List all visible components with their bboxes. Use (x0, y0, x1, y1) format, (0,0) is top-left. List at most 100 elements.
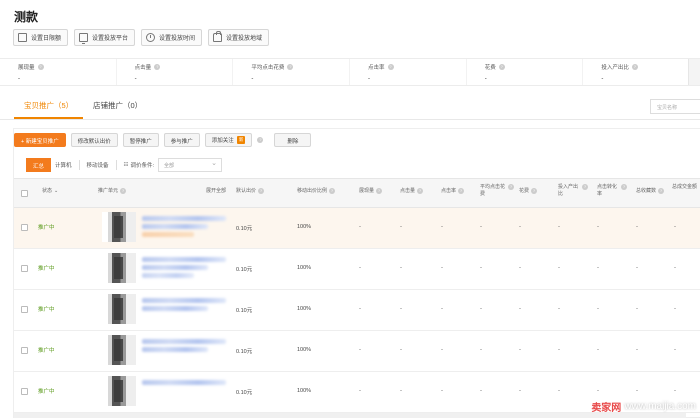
status-text[interactable]: 推广中 (38, 346, 55, 354)
metrics-scroll-handle[interactable] (688, 59, 700, 85)
status-text[interactable]: 推广中 (38, 387, 55, 395)
mobile-ratio[interactable]: 100% (297, 224, 311, 230)
roi: - (558, 265, 560, 271)
help-icon[interactable]: ? (37, 64, 44, 70)
tab-item-promotion[interactable]: 宝贝推广（5） (13, 100, 84, 119)
set-daily-budget-button[interactable]: 设置日限额 (13, 29, 69, 46)
item-thumbnail[interactable] (102, 294, 136, 324)
roi: - (558, 224, 560, 230)
default-bid[interactable]: 0.10元 (236, 265, 252, 273)
help-icon[interactable]: ? (498, 64, 505, 70)
table-row[interactable]: 推广中 0.10元 100% - - - - - - - - - (14, 208, 700, 249)
horizontal-scrollbar[interactable] (14, 413, 686, 418)
item-title-redacted[interactable] (142, 216, 226, 221)
set-platform-button[interactable]: 设置投放平台 (74, 29, 136, 46)
item-title-redacted[interactable] (142, 257, 226, 262)
col-expand-all[interactable]: 展开全部 (206, 188, 226, 195)
help-icon[interactable]: ? (287, 64, 294, 70)
help-icon[interactable]: ? (621, 184, 627, 190)
status-text[interactable]: 推广中 (38, 305, 55, 313)
roi: - (558, 347, 560, 353)
col-conv-rate[interactable]: 点击转化率? (597, 184, 627, 198)
help-icon[interactable]: ? (329, 188, 336, 194)
item-title-redacted[interactable] (142, 380, 226, 385)
col-total-deal[interactable]: 总成交金额 (672, 184, 700, 191)
mobile-ratio[interactable]: 100% (297, 306, 311, 312)
row-checkbox[interactable] (21, 224, 28, 231)
filter-pc[interactable]: 计算机 (55, 161, 72, 169)
col-impressions[interactable]: 展现量? (359, 188, 383, 195)
table-row[interactable]: 推广中 0.10元 100% - - - - - - - - - (14, 331, 700, 372)
col-avg-cpc[interactable]: 平均点击花费? (480, 184, 514, 198)
metric-label: 点击率 (368, 65, 385, 71)
row-checkbox[interactable] (21, 347, 28, 354)
help-icon[interactable]: ? (458, 188, 465, 194)
modify-bid-button[interactable]: 修改默认出价 (70, 133, 118, 147)
help-icon[interactable]: ? (508, 184, 514, 190)
item-thumbnail[interactable] (102, 212, 136, 242)
total-deal: - (674, 388, 676, 394)
help-icon[interactable]: ? (387, 64, 394, 70)
ctr: - (441, 388, 443, 394)
search-input[interactable]: 宝贝名称 (650, 99, 700, 114)
default-bid[interactable]: 0.10元 (236, 306, 252, 314)
avg-cpc: - (480, 265, 482, 271)
metric-label: 点击量 (134, 65, 152, 71)
item-title-redacted[interactable] (142, 339, 226, 344)
help-icon[interactable]: ? (582, 184, 588, 190)
status-text[interactable]: 推广中 (38, 264, 55, 272)
delete-button[interactable]: 删除 (274, 133, 312, 147)
new-promotion-button[interactable]: + 新建宝贝推广 (14, 133, 66, 147)
help-icon[interactable]: ? (154, 64, 161, 70)
help-icon[interactable]: ? (120, 188, 127, 194)
ctr: - (441, 306, 443, 312)
pause-button[interactable]: 暂停推广 (122, 133, 159, 147)
item-thumbnail[interactable] (102, 253, 136, 283)
set-time-button[interactable]: 设置投放时间 (141, 29, 203, 46)
col-status[interactable]: 状态 ⌄ (42, 188, 58, 195)
col-ctr[interactable]: 点击率? (441, 188, 465, 195)
item-thumbnail[interactable] (102, 376, 136, 406)
help-icon[interactable]: ? (417, 188, 424, 194)
add-attention-button[interactable]: 添加关注 新 (204, 133, 253, 147)
total-deal: - (674, 224, 676, 230)
default-bid[interactable]: 0.10元 (236, 388, 252, 396)
default-bid[interactable]: 0.10元 (236, 224, 252, 232)
tab-shop-promotion[interactable]: 店铺推广（0） (93, 100, 142, 111)
resume-button[interactable]: 参与推广 (163, 133, 200, 147)
chevron-down-icon: ⌄ (54, 188, 59, 194)
row-checkbox[interactable] (21, 265, 28, 272)
tab-bar: 宝贝推广（5） 店铺推广（0） 宝贝名称 (0, 96, 700, 120)
help-icon[interactable]: ? (658, 188, 665, 194)
item-thumbnail[interactable] (102, 335, 136, 365)
row-checkbox[interactable] (21, 306, 28, 313)
default-bid[interactable]: 0.10元 (236, 347, 252, 355)
item-title-redacted[interactable] (142, 298, 226, 303)
row-checkbox[interactable] (21, 388, 28, 395)
mobile-ratio[interactable]: 100% (297, 265, 311, 271)
fav: - (636, 388, 638, 394)
help-icon[interactable]: ? (631, 64, 638, 70)
table-row[interactable]: 推广中 0.10元 100% - - - - - - - - - (14, 249, 700, 290)
col-cost[interactable]: 花费? (519, 188, 538, 195)
help-icon[interactable]: ? (531, 188, 538, 194)
help-icon[interactable]: ? (257, 137, 264, 143)
mobile-ratio[interactable]: 100% (297, 347, 311, 353)
conv-rate: - (597, 265, 599, 271)
help-icon[interactable]: ? (376, 188, 383, 194)
condition-select[interactable]: 全部 (158, 158, 223, 172)
status-text[interactable]: 推广中 (38, 223, 55, 231)
select-all-checkbox[interactable] (21, 190, 28, 197)
cost: - (519, 306, 521, 312)
filter-summary[interactable]: 汇总 (26, 158, 52, 172)
mobile-ratio[interactable]: 100% (297, 388, 311, 394)
help-icon[interactable]: ? (258, 188, 265, 194)
col-clicks[interactable]: 点击量? (400, 188, 424, 195)
col-fav[interactable]: 总收藏数? (636, 188, 665, 195)
item-tag-redacted (142, 273, 194, 278)
filter-mobile[interactable]: 移动设备 (87, 161, 109, 169)
set-region-button[interactable]: 设置投放地域 (208, 29, 270, 46)
col-roi[interactable]: 投入产出比? (558, 184, 588, 198)
fav: - (636, 265, 638, 271)
table-row[interactable]: 推广中 0.10元 100% - - - - - - - - - (14, 290, 700, 331)
